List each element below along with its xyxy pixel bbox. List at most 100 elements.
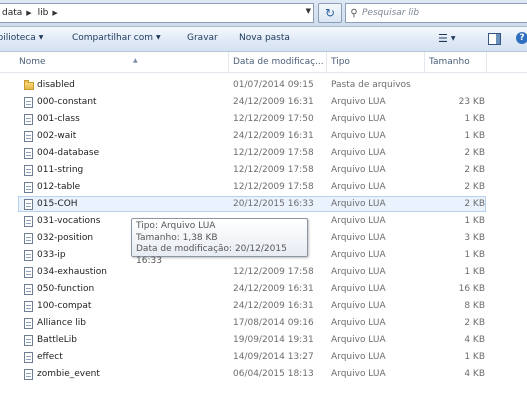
address-history-dropdown-icon[interactable]: ▼ xyxy=(306,7,311,15)
file-date: 06/04/2015 18:13 xyxy=(233,369,314,379)
file-type: Arquivo LUA xyxy=(331,216,386,226)
file-name: Alliance lib xyxy=(37,318,86,328)
file-name: zombie_event xyxy=(37,369,100,379)
file-name: 050-function xyxy=(37,284,95,294)
file-row[interactable]: effect 14/09/2014 13:27 Arquivo LUA 1 KB xyxy=(0,349,527,366)
file-date: 19/09/2014 19:31 xyxy=(233,335,314,345)
file-icon xyxy=(24,114,33,125)
share-with-button[interactable]: Compartilhar com ▼ xyxy=(72,33,161,43)
file-icon xyxy=(24,318,33,329)
chevron-down-icon: ▼ xyxy=(156,34,161,41)
file-name: 004-database xyxy=(37,148,100,158)
file-size: 2 KB xyxy=(464,165,485,175)
column-header-date[interactable]: Data de modificaç... xyxy=(229,52,327,72)
file-date: 14/09/2014 13:27 xyxy=(233,352,314,362)
breadcrumb-label: data xyxy=(2,8,23,18)
file-row[interactable]: 012-table 12/12/2009 17:58 Arquivo LUA 2 KB xyxy=(0,179,527,196)
file-size: 2 KB xyxy=(464,148,485,158)
file-row[interactable]: zombie_event 06/04/2015 18:13 Arquivo LUA 4… xyxy=(0,366,527,383)
file-row[interactable]: Alliance lib 17/08/2014 09:16 Arquivo LUA 2… xyxy=(0,315,527,332)
file-row[interactable]: 001-class 12/12/2009 17:50 Arquivo LUA 1 KB xyxy=(0,111,527,128)
file-row[interactable]: 002-wait 24/12/2009 16:31 Arquivo LUA 1 KB xyxy=(0,128,527,145)
file-size: 2 KB xyxy=(464,199,485,209)
file-type: Arquivo LUA xyxy=(331,148,386,158)
breadcrumb-data[interactable]: data ▶ xyxy=(0,4,35,22)
column-header-name[interactable]: Nome ▲ xyxy=(15,52,229,72)
file-row[interactable]: 100-compat 24/12/2009 16:31 Arquivo LUA 8 K… xyxy=(0,298,527,315)
address-bar-area: data ▶ lib ▶ ▼ ↻ ⚲ xyxy=(0,0,527,27)
sort-ascending-icon: ▲ xyxy=(133,57,138,64)
search-input[interactable] xyxy=(362,8,522,18)
refresh-button[interactable]: ↻ xyxy=(318,3,342,23)
file-row[interactable]: 050-function 24/12/2009 16:31 Arquivo LUA 1… xyxy=(0,281,527,298)
file-type: Arquivo LUA xyxy=(331,233,386,243)
file-row[interactable]: disabled 01/07/2014 09:15 Pasta de arquivo… xyxy=(0,77,527,94)
file-name: 100-compat xyxy=(37,301,92,311)
file-size: 3 KB xyxy=(464,233,485,243)
file-size: 2 KB xyxy=(464,182,485,192)
file-size: 2 KB xyxy=(464,318,485,328)
file-row[interactable]: BattleLib 19/09/2014 19:31 Arquivo LUA 4 KB xyxy=(0,332,527,349)
file-date: 24/12/2009 16:31 xyxy=(233,97,314,107)
file-name: 011-string xyxy=(37,165,84,175)
column-header-size[interactable]: Tamanho xyxy=(425,52,487,72)
command-bar: ibilioteca▼ Compartilhar com▼ Gravar Nov… xyxy=(0,27,527,52)
file-date: 01/07/2014 09:15 xyxy=(233,80,314,90)
share-label: Compartilhar com xyxy=(72,33,154,43)
file-type: Arquivo LUA xyxy=(331,335,386,345)
file-icon xyxy=(24,267,33,278)
file-row[interactable]: 000-constant 24/12/2009 16:31 Arquivo LUA 2… xyxy=(0,94,527,111)
file-size: 1 KB xyxy=(464,216,485,226)
file-type: Arquivo LUA xyxy=(331,165,386,175)
file-name: disabled xyxy=(37,80,75,90)
chevron-right-icon[interactable]: ▶ xyxy=(52,9,57,17)
file-icon xyxy=(24,352,33,363)
file-date: 12/12/2009 17:58 xyxy=(233,148,314,158)
file-type: Arquivo LUA xyxy=(331,318,386,328)
file-icon xyxy=(24,301,33,312)
file-row[interactable]: 004-database 12/12/2009 17:58 Arquivo LUA 2… xyxy=(0,145,527,162)
address-bar[interactable]: data ▶ lib ▶ ▼ xyxy=(0,3,314,23)
file-date: 24/12/2009 16:31 xyxy=(233,131,314,141)
folder-icon xyxy=(24,80,34,90)
file-name: 002-wait xyxy=(37,131,77,141)
column-header-row: Nome ▲ Data de modificaç... Tipo Tamanho xyxy=(0,52,527,73)
file-size: 4 KB xyxy=(464,369,485,379)
file-name: effect xyxy=(37,352,63,362)
column-header-type[interactable]: Tipo xyxy=(327,52,425,72)
chevron-right-icon[interactable]: ▶ xyxy=(26,9,31,17)
file-icon xyxy=(24,148,33,159)
file-size: 1 KB xyxy=(464,352,485,362)
file-row[interactable]: 015-COH 20/12/2015 16:33 Arquivo LUA 2 KB xyxy=(0,196,527,213)
file-type: Arquivo LUA xyxy=(331,267,386,277)
file-type: Arquivo LUA xyxy=(331,97,386,107)
file-name: 015-COH xyxy=(37,199,78,209)
refresh-icon: ↻ xyxy=(324,6,336,20)
chevron-down-icon: ▼ xyxy=(450,35,456,42)
file-icon xyxy=(24,369,33,380)
help-icon[interactable]: ? xyxy=(516,32,527,44)
file-size: 23 KB xyxy=(458,97,485,107)
file-type: Arquivo LUA xyxy=(331,131,386,141)
tooltip-modified: Data de modificação: 20/12/2015 16:33 xyxy=(136,244,287,266)
file-icon xyxy=(24,97,33,108)
file-date: 20/12/2015 16:33 xyxy=(233,199,314,209)
new-folder-button[interactable]: Nova pasta xyxy=(239,33,290,43)
file-date: 12/12/2009 17:58 xyxy=(233,165,314,175)
include-in-library-button[interactable]: ibilioteca▼ xyxy=(0,33,43,43)
breadcrumb-lib[interactable]: lib ▶ xyxy=(35,4,61,22)
change-view-button[interactable]: ☰ ▼ xyxy=(438,32,456,45)
file-size: 16 KB xyxy=(458,284,485,294)
burn-button[interactable]: Gravar xyxy=(187,33,218,43)
views-icon: ☰ xyxy=(438,32,448,45)
search-box[interactable]: ⚲ xyxy=(345,3,527,23)
file-type: Arquivo LUA xyxy=(331,284,386,294)
file-type: Arquivo LUA xyxy=(331,199,386,209)
file-icon xyxy=(24,284,33,295)
file-size: 1 KB xyxy=(464,250,485,260)
file-row[interactable]: 011-string 12/12/2009 17:58 Arquivo LUA 2 K… xyxy=(0,162,527,179)
file-date: 24/12/2009 16:31 xyxy=(233,301,314,311)
file-type: Arquivo LUA xyxy=(331,250,386,260)
preview-pane-button[interactable] xyxy=(488,33,501,45)
column-header-label: Data de modificaç... xyxy=(233,57,324,67)
